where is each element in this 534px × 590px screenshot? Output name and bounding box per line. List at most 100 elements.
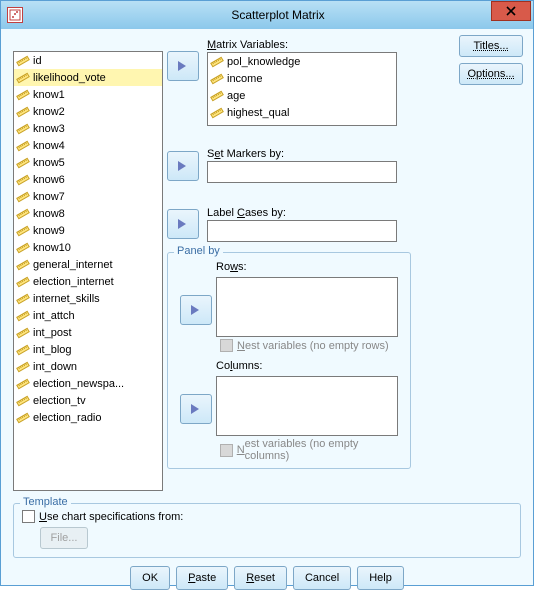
var-name: election_internet (33, 276, 114, 288)
ruler-icon (16, 173, 30, 187)
list-item[interactable]: know9 (14, 222, 162, 239)
close-button[interactable] (491, 1, 531, 21)
ruler-icon (210, 72, 224, 86)
var-name: know6 (33, 174, 65, 186)
list-item[interactable]: election_radio (14, 409, 162, 426)
ruler-icon (16, 258, 30, 272)
ruler-icon (16, 360, 30, 374)
var-name: int_down (33, 361, 77, 373)
variable-list[interactable]: id likelihood_vote know1 know2 know3 know4 kno… (13, 51, 163, 491)
list-item[interactable]: election_tv (14, 392, 162, 409)
ruler-icon (16, 156, 30, 170)
var-name: int_attch (33, 310, 75, 322)
var-name: election_newspa... (33, 378, 124, 390)
ruler-icon (16, 207, 30, 221)
list-item[interactable]: election_newspa... (14, 375, 162, 392)
list-item[interactable]: int_attch (14, 307, 162, 324)
list-item[interactable]: int_down (14, 358, 162, 375)
move-to-cols-button[interactable] (180, 394, 212, 424)
reset-button[interactable]: Reset (234, 566, 287, 590)
options-button[interactable]: Options... (459, 63, 523, 85)
var-name: general_internet (33, 259, 113, 271)
var-name: int_post (33, 327, 72, 339)
var-name: know2 (33, 106, 65, 118)
list-item[interactable]: know10 (14, 239, 162, 256)
template-legend: Template (20, 496, 71, 508)
matrix-variables-list[interactable]: pol_knowledgeincome age highest_qual (207, 52, 397, 126)
titles-button[interactable]: Titles... (459, 35, 523, 57)
cases-input[interactable] (207, 220, 397, 242)
ruler-icon (16, 394, 30, 408)
list-item[interactable]: age (208, 87, 396, 104)
dialog-title: Scatterplot Matrix (23, 8, 533, 22)
ruler-icon (16, 54, 30, 68)
list-item[interactable]: know8 (14, 205, 162, 222)
list-item[interactable]: int_post (14, 324, 162, 341)
move-to-markers-button[interactable] (167, 151, 199, 181)
panel-by-group: Panel by Rows: Nest variables (no empty … (167, 252, 411, 469)
ruler-icon (16, 241, 30, 255)
ruler-icon (16, 292, 30, 306)
rows-list[interactable] (216, 277, 398, 337)
help-button[interactable]: Help (357, 566, 404, 590)
list-item[interactable]: know3 (14, 120, 162, 137)
cancel-button[interactable]: Cancel (293, 566, 351, 590)
var-name: know7 (33, 191, 65, 203)
list-item[interactable]: know1 (14, 86, 162, 103)
rows-label: Rows: (216, 261, 247, 273)
list-item[interactable]: general_internet (14, 256, 162, 273)
list-item[interactable]: pol_knowledge (208, 53, 396, 70)
var-name: know8 (33, 208, 65, 220)
list-item[interactable]: election_internet (14, 273, 162, 290)
list-item[interactable]: int_blog (14, 341, 162, 358)
list-item[interactable]: highest_qual (208, 104, 396, 121)
var-name: know3 (33, 123, 65, 135)
button-bar: OK Paste Reset Cancel Help (13, 566, 521, 590)
cols-list[interactable] (216, 376, 398, 436)
nest-rows-checkbox: Nest variables (no empty rows) (220, 339, 402, 352)
ruler-icon (16, 122, 30, 136)
ok-button[interactable]: OK (130, 566, 170, 590)
var-name: election_tv (33, 395, 86, 407)
list-item[interactable]: income (208, 70, 396, 87)
list-item[interactable]: id (14, 52, 162, 69)
var-name: id (33, 55, 42, 67)
ruler-icon (16, 139, 30, 153)
template-group: Template Use chart specifications from: … (13, 503, 521, 558)
markers-input[interactable] (207, 161, 397, 183)
ruler-icon (16, 377, 30, 391)
list-item[interactable]: know7 (14, 188, 162, 205)
move-to-matrix-button[interactable] (167, 51, 199, 81)
use-chart-spec-checkbox[interactable]: Use chart specifications from: (22, 510, 512, 523)
ruler-icon (16, 326, 30, 340)
var-name: internet_skills (33, 293, 100, 305)
list-item[interactable]: likelihood_vote (14, 69, 162, 86)
var-name: pol_knowledge (227, 56, 300, 68)
paste-button[interactable]: Paste (176, 566, 228, 590)
ruler-icon (16, 190, 30, 204)
move-to-rows-button[interactable] (180, 295, 212, 325)
var-name: know5 (33, 157, 65, 169)
list-item[interactable]: internet_skills (14, 290, 162, 307)
var-name: int_blog (33, 344, 72, 356)
ruler-icon (16, 105, 30, 119)
move-to-cases-button[interactable] (167, 209, 199, 239)
ruler-icon (210, 55, 224, 69)
var-name: know10 (33, 242, 71, 254)
var-name: highest_qual (227, 107, 289, 119)
var-name: know9 (33, 225, 65, 237)
var-name: know1 (33, 89, 65, 101)
list-item[interactable]: know4 (14, 137, 162, 154)
markers-label: Set Markers by: (207, 148, 521, 160)
app-icon (7, 7, 23, 23)
ruler-icon (16, 71, 30, 85)
ruler-icon (16, 411, 30, 425)
list-item[interactable]: know2 (14, 103, 162, 120)
var-name: age (227, 90, 245, 102)
dialog-window: Scatterplot Matrix id likelihood_voteknow… (0, 0, 534, 586)
panel-legend: Panel by (174, 245, 223, 257)
list-item[interactable]: know5 (14, 154, 162, 171)
ruler-icon (16, 343, 30, 357)
list-item[interactable]: know6 (14, 171, 162, 188)
ruler-icon (16, 309, 30, 323)
